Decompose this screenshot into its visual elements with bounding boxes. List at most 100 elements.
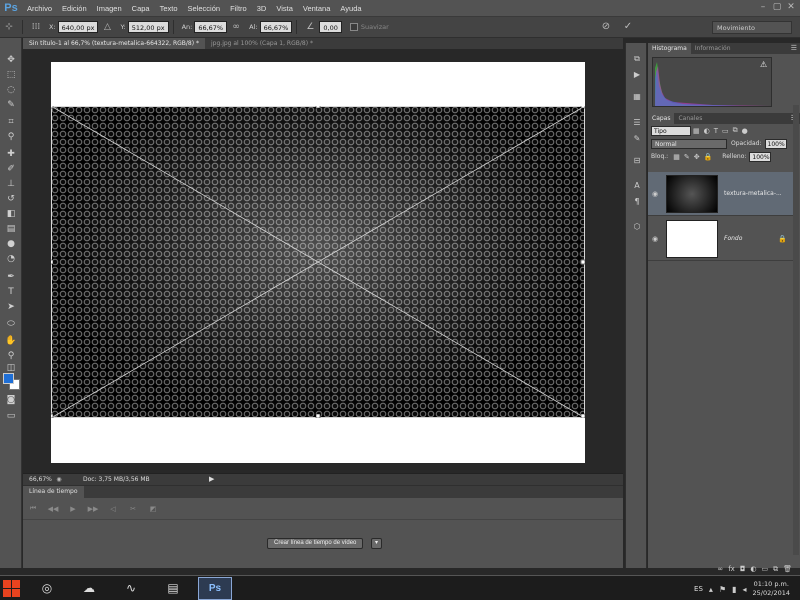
first-frame-icon[interactable]: ⏮ [23, 504, 43, 513]
warning-icon[interactable]: ⚠ [760, 60, 767, 69]
menu-vista[interactable]: Vista [271, 4, 298, 13]
dodge-tool-icon[interactable]: ◔ [3, 253, 19, 266]
transform-handle-top-left[interactable] [51, 106, 54, 109]
healing-tool-icon[interactable]: ✚ [3, 148, 19, 161]
new-layer-icon[interactable]: ⧉ [773, 565, 778, 575]
fill-field[interactable]: 100% [749, 151, 772, 162]
paths-panel-icon[interactable]: ⊟ [630, 155, 644, 167]
history-panel-icon[interactable]: ⧉ [630, 53, 644, 65]
transform-handle-left[interactable] [51, 259, 54, 265]
prev-frame-icon[interactable]: ◀◀ [43, 505, 63, 513]
stamp-tool-icon[interactable]: ⊥ [3, 178, 19, 191]
adjustments-panel-icon[interactable]: ☰ [630, 117, 644, 129]
menu-ventana[interactable]: Ventana [298, 4, 336, 13]
visibility-eye-icon[interactable]: ◉ [648, 190, 662, 198]
actions-panel-icon[interactable]: ▶ [630, 69, 644, 81]
scissors-icon[interactable]: ✂ [123, 505, 143, 513]
angle-field[interactable]: 0,00 [319, 21, 342, 33]
language-indicator[interactable]: ES [694, 585, 703, 593]
opera-icon[interactable]: ◎ [30, 577, 64, 600]
tray-arrow-icon[interactable]: ▴ [709, 585, 713, 594]
audio-icon[interactable]: ◁ [103, 505, 123, 513]
tab-informacion[interactable]: Información [691, 43, 735, 54]
layers-scrollbar[interactable] [793, 105, 799, 555]
tool-preset-icon[interactable]: ⊹ [2, 20, 16, 34]
menu-texto[interactable]: Texto [155, 4, 183, 13]
visibility-eye-icon[interactable]: ◉ [648, 235, 662, 243]
history-brush-tool-icon[interactable]: ↺ [3, 193, 19, 206]
hand-tool-icon[interactable]: ✋ [3, 335, 19, 348]
adjustment-layer-icon[interactable]: ◐ [750, 565, 756, 575]
transform-handle-bottom-left[interactable] [51, 413, 54, 418]
3d-panel-icon[interactable]: ⬡ [630, 221, 644, 233]
quick-mask-icon[interactable]: ◙ [3, 394, 19, 407]
panel-menu-icon[interactable]: ☰ [791, 43, 797, 54]
lock-pixels-icon[interactable]: ✎ [684, 153, 690, 161]
tab-capas[interactable]: Capas [648, 113, 675, 124]
status-menu-arrow-icon[interactable]: ▶ [209, 475, 214, 483]
eyedropper-tool-icon[interactable]: ⚲ [3, 131, 19, 144]
filter-toggle-icon[interactable]: ● [742, 127, 748, 135]
crop-tool-icon[interactable]: ⌗ [3, 116, 19, 129]
height-field[interactable]: 66,67% [259, 21, 293, 33]
y-field[interactable]: 512,00 px [127, 21, 169, 33]
lock-position-icon[interactable]: ✥ [694, 153, 700, 161]
width-field[interactable]: 66,67% [194, 21, 228, 33]
brush-panel-icon[interactable]: ✎ [630, 133, 644, 145]
layer-name[interactable]: Fondo [724, 235, 742, 242]
timeline-type-dropdown[interactable]: ▾ [371, 538, 382, 549]
foreground-color-swatch[interactable] [3, 373, 14, 384]
close-icon[interactable]: ✕ [786, 2, 796, 12]
network-icon[interactable]: ▮ [732, 585, 736, 594]
create-video-timeline-button[interactable]: Crear línea de tiempo de vídeo [267, 538, 364, 549]
free-transform-box[interactable] [51, 106, 585, 418]
filter-type-icon[interactable]: T [714, 127, 718, 135]
tab-timeline[interactable]: Línea de tiempo [23, 486, 84, 498]
trash-icon[interactable]: 🗑 [783, 565, 792, 575]
minimize-icon[interactable]: – [758, 2, 768, 12]
tab-canales[interactable]: Canales [674, 113, 706, 124]
menu-capa[interactable]: Capa [127, 4, 155, 13]
cloud-app-icon[interactable]: ☁ [72, 577, 106, 600]
brush-tool-icon[interactable]: ✐ [3, 163, 19, 176]
start-button[interactable] [0, 576, 22, 600]
shape-tool-icon[interactable]: ⬭ [3, 318, 19, 331]
menu-filtro[interactable]: Filtro [225, 4, 252, 13]
filter-adjust-icon[interactable]: ◐ [704, 127, 710, 135]
tab-jpg[interactable]: jpg.jpg al 100% (Capa 1, RGB/8) * [205, 38, 319, 49]
pen-tool-icon[interactable]: ✒ [3, 271, 19, 284]
blur-tool-icon[interactable]: ● [3, 238, 19, 251]
flag-icon[interactable]: ⚑ [719, 585, 726, 594]
transform-handle-right[interactable] [580, 259, 585, 265]
path-select-tool-icon[interactable]: ➤ [3, 301, 19, 314]
opacity-field[interactable]: 100% [764, 138, 787, 149]
play-icon[interactable]: ▶ [63, 505, 83, 513]
swatches-panel-icon[interactable]: ▦ [630, 91, 644, 103]
maximize-icon[interactable]: ▢ [772, 2, 782, 12]
menu-ayuda[interactable]: Ayuda [335, 4, 366, 13]
clock[interactable]: 01:10 p.m. 25/02/2014 [753, 580, 790, 598]
transform-handle-bottom-right[interactable] [580, 413, 585, 418]
screen-mode-icon[interactable]: ▭ [3, 410, 19, 423]
tab-histograma[interactable]: Histograma [648, 43, 691, 54]
menu-seleccion[interactable]: Selección [183, 4, 226, 13]
zoom-level[interactable]: 66,67% [23, 476, 53, 483]
canvas-area[interactable] [23, 49, 623, 473]
menu-archivo[interactable]: Archivo [22, 4, 57, 13]
transform-handle-top[interactable] [315, 106, 321, 109]
link-icon[interactable]: ∞ [229, 20, 243, 34]
transition-icon[interactable]: ◩ [143, 505, 163, 513]
filter-pixel-icon[interactable]: ▦ [693, 127, 700, 135]
lock-transparency-icon[interactable]: ▦ [673, 153, 680, 161]
lasso-tool-icon[interactable]: ◌ [3, 84, 19, 97]
gradient-tool-icon[interactable]: ▤ [3, 223, 19, 236]
next-frame-icon[interactable]: ▶▶ [83, 505, 103, 513]
layer-textura[interactable]: ◉ textura-metalica-... [648, 172, 793, 216]
lock-all-icon[interactable]: 🔒 [704, 153, 713, 161]
transform-handle-top-right[interactable] [580, 106, 585, 109]
filter-smart-icon[interactable]: ⧉ [733, 126, 738, 135]
layer-fondo[interactable]: ◉ Fondo 🔒 [648, 217, 793, 261]
transform-handle-bottom[interactable] [315, 413, 321, 418]
paragraph-panel-icon[interactable]: ¶ [630, 196, 644, 208]
relative-position-icon[interactable]: △ [100, 20, 114, 34]
